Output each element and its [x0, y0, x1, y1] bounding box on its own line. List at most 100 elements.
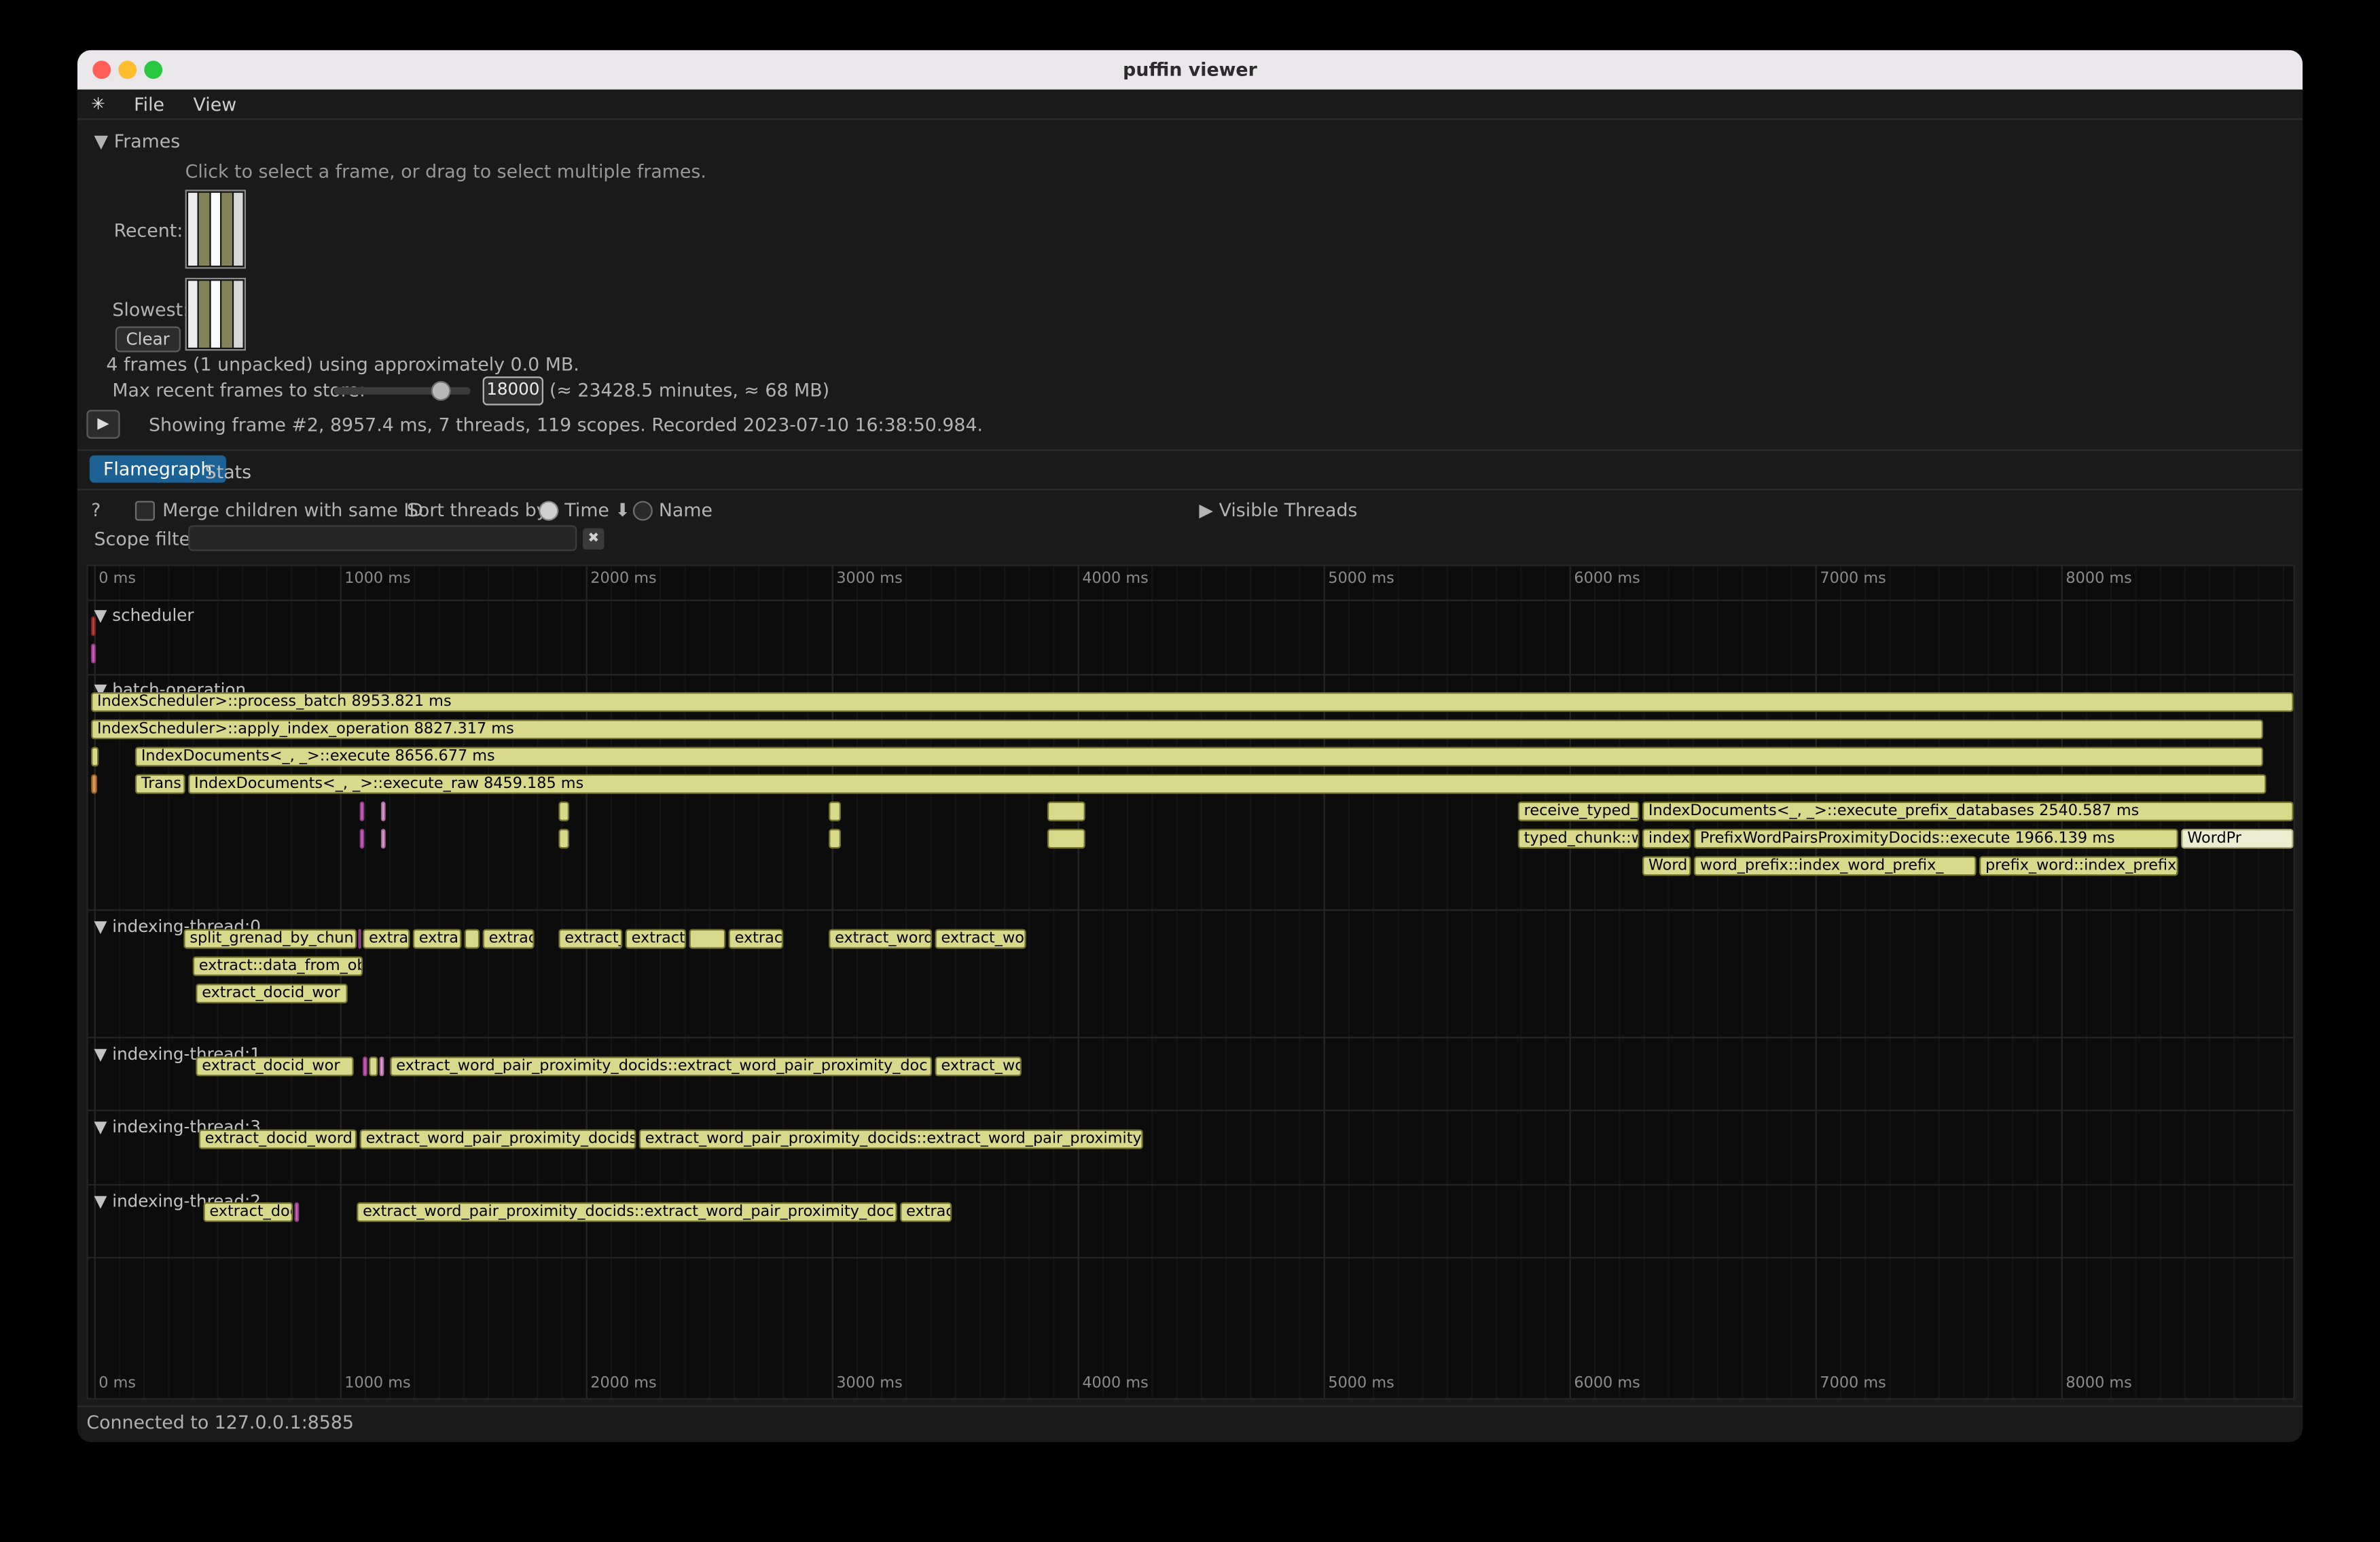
scope-bar[interactable]: extract_word_pair_proximity_docids	[360, 1130, 636, 1149]
help-button[interactable]: ?	[91, 499, 101, 520]
sort-name-radio[interactable]	[633, 501, 653, 520]
scope-bar[interactable]	[381, 829, 386, 848]
scope-bar[interactable]: WordPr	[2181, 829, 2293, 848]
merge-label[interactable]: Merge children with same ID	[162, 499, 423, 520]
max-frames-value[interactable]: 18000	[483, 376, 543, 405]
scope-bar[interactable]	[360, 802, 365, 821]
max-frames-label: Max recent frames to store:	[112, 380, 365, 401]
ruler-tick: 0 ms	[98, 1376, 136, 1393]
scope-bar[interactable]: IndexScheduler>::apply_index_operation 8…	[91, 719, 2263, 739]
scope-bar[interactable]: typed_chunk::w	[1518, 829, 1640, 848]
scope-bar[interactable]: extract_	[626, 929, 686, 949]
ruler-tick: 4000 ms	[1082, 1376, 1148, 1393]
scope-bar[interactable]: IndexScheduler>::process_batch 8953.821 …	[91, 692, 2294, 712]
scope-bar[interactable]: extract_docid_wor	[196, 984, 347, 1003]
scope-bar[interactable]	[369, 1056, 378, 1076]
ruler-tick: 2000 ms	[590, 1376, 656, 1393]
scope-bar[interactable]: extract_word_pair_proximity_docids::extr…	[639, 1130, 1143, 1149]
menu-file[interactable]: File	[134, 93, 164, 114]
flamegraph-canvas[interactable]: 0 ms0 ms1000 ms1000 ms2000 ms2000 ms3000…	[86, 564, 2294, 1399]
scope-bar[interactable]: receive_typed_	[1518, 802, 1640, 821]
scope-bar[interactable]: extra	[413, 929, 462, 949]
scope-bar[interactable]: extract	[363, 929, 410, 949]
frames-section-header[interactable]: ▼ Frames	[94, 130, 181, 151]
scope-bar[interactable]	[558, 829, 569, 848]
sort-time-label[interactable]: Time ⬇	[564, 499, 630, 520]
clear-filter-button[interactable]: ✖	[583, 528, 604, 550]
expand-triangle-icon: ▶	[1199, 499, 1213, 520]
scope-bar[interactable]: extract_doc	[203, 1202, 293, 1222]
slowest-frames-thumbnail[interactable]	[185, 278, 246, 351]
menu-view[interactable]: View	[194, 93, 237, 114]
ruler-tick: 1000 ms	[344, 1376, 410, 1393]
scope-bar[interactable]	[91, 616, 96, 636]
frame-bar[interactable]	[222, 193, 232, 266]
scope-bar[interactable]: extract_docid_wor	[196, 1056, 353, 1076]
scope-bar[interactable]	[91, 747, 98, 766]
scope-bar[interactable]: Word	[1642, 856, 1691, 876]
sort-name-label[interactable]: Name	[659, 499, 713, 520]
scope-bar[interactable]	[363, 1056, 367, 1076]
scope-bar[interactable]: extract	[729, 929, 783, 949]
scope-bar[interactable]	[91, 774, 97, 794]
recent-frames-thumbnail[interactable]	[185, 190, 246, 268]
scope-bar[interactable]: extract_word	[829, 929, 932, 949]
scope-bar[interactable]	[381, 802, 386, 821]
sort-time-radio[interactable]	[539, 501, 558, 520]
frame-bar[interactable]	[233, 281, 242, 347]
merge-checkbox[interactable]	[135, 501, 155, 520]
frame-bar[interactable]	[222, 281, 232, 347]
scope-bar[interactable]	[360, 829, 365, 848]
scope-bar[interactable]: extract_word_pair_proximity_docids::extr…	[357, 1202, 897, 1222]
thread-header[interactable]: ▼ scheduler	[94, 606, 194, 626]
scope-bar[interactable]: IndexDocuments<_, _>::execute 8656.677 m…	[135, 747, 2263, 766]
scope-bar[interactable]: split_grenad_by_chun	[183, 929, 357, 949]
scope-bar[interactable]	[380, 1056, 384, 1076]
scope-bar[interactable]	[295, 1202, 300, 1222]
slider-knob[interactable]	[431, 381, 451, 401]
tab-stats[interactable]: Stats	[196, 459, 260, 486]
scope-bar[interactable]	[1047, 802, 1085, 821]
visible-threads-toggle[interactable]: ▶ Visible Threads	[1199, 499, 1357, 520]
frame-bar[interactable]	[211, 281, 220, 347]
scope-bar[interactable]: extract_word_pair_proximity_docids::extr…	[390, 1056, 932, 1076]
theme-icon[interactable]: ✳	[91, 94, 105, 114]
frame-bar[interactable]	[188, 281, 198, 347]
scope-bar[interactable]: PrefixWordPairsProximityDocids::execute …	[1694, 829, 2178, 848]
scope-bar[interactable]	[465, 929, 480, 949]
scope-bar[interactable]: extract_wo	[935, 1056, 1022, 1076]
play-button[interactable]: ▶	[86, 410, 120, 438]
scope-bar[interactable]	[91, 644, 96, 664]
scope-bar[interactable]: prefix_word::index_prefix_wo	[1979, 856, 2178, 876]
scope-bar[interactable]: extract_	[558, 929, 622, 949]
section-line	[88, 1184, 2294, 1185]
scope-bar[interactable]	[689, 929, 726, 949]
scope-bar[interactable]: extract::data_from_ob	[193, 956, 363, 976]
scope-bar[interactable]	[558, 802, 569, 821]
scope-bar[interactable]: IndexDocuments<_, _>::execute_prefix_dat…	[1642, 802, 2294, 821]
scope-bar[interactable]: extract_docid_word	[199, 1130, 357, 1149]
scope-bar[interactable]	[358, 929, 361, 949]
frame-bar[interactable]	[211, 193, 220, 266]
frame-bar[interactable]	[233, 193, 242, 266]
max-frames-slider[interactable]	[334, 387, 471, 395]
scope-bar[interactable]: word_prefix::index_word_prefix_	[1694, 856, 1977, 876]
ruler-tick: 7000 ms	[1820, 1376, 1886, 1393]
scope-bar[interactable]: IndexDocuments<_, _>::execute_raw 8459.1…	[188, 774, 2266, 794]
menubar: ✳ File View	[77, 90, 2303, 120]
scope-bar[interactable]: index	[1642, 829, 1691, 848]
clear-button[interactable]: Clear	[115, 326, 181, 352]
frames-info: 4 frames (1 unpacked) using approximatel…	[106, 354, 579, 375]
scope-bar[interactable]	[829, 802, 841, 821]
scope-bar[interactable]	[829, 829, 841, 848]
frame-bar[interactable]	[200, 281, 209, 347]
frame-bar[interactable]	[200, 193, 209, 266]
frame-bar[interactable]	[188, 193, 198, 266]
scope-bar[interactable]: extrac	[900, 1202, 952, 1222]
scope-bar[interactable]: extract_wo	[935, 929, 1026, 949]
scope-bar[interactable]: Trans	[135, 774, 185, 794]
titlebar[interactable]: puffin viewer	[77, 50, 2303, 90]
scope-bar[interactable]	[1047, 829, 1085, 848]
scope-bar[interactable]: extrac	[483, 929, 535, 949]
scope-filter-input[interactable]	[188, 525, 577, 551]
